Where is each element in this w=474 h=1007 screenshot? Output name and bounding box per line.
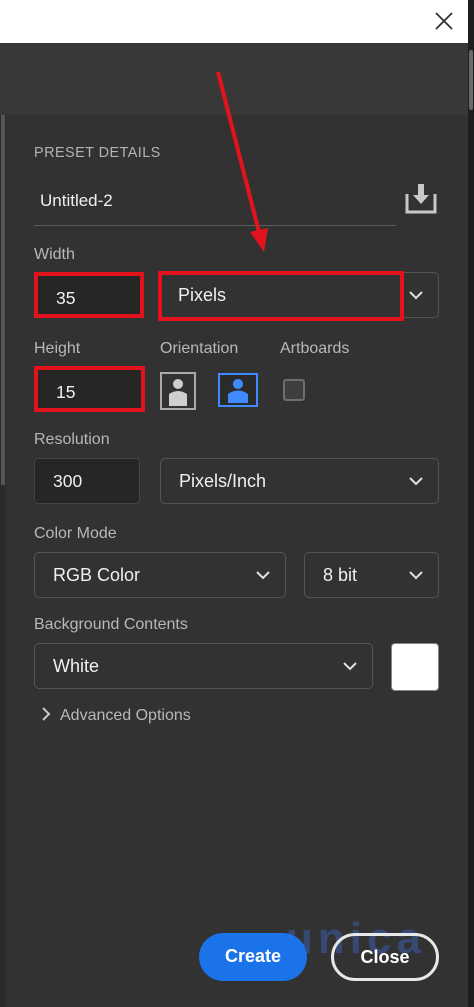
portrait-orientation-icon[interactable] — [160, 372, 196, 410]
background-color-swatch[interactable] — [391, 643, 439, 691]
landscape-orientation-icon[interactable] — [218, 373, 258, 407]
title-bar — [0, 0, 470, 43]
save-preset-icon[interactable] — [403, 182, 439, 216]
bit-depth-value: 8 bit — [323, 565, 358, 585]
advanced-options-label: Advanced Options — [60, 707, 191, 724]
resolution-unit-value: Pixels/Inch — [179, 471, 267, 491]
scrollbar-thumb[interactable] — [469, 50, 473, 110]
width-input[interactable]: 35 — [34, 272, 144, 318]
advanced-options-toggle[interactable]: Advanced Options — [40, 707, 191, 725]
header-band — [0, 43, 468, 115]
background-contents-label: Background Contents — [34, 616, 188, 633]
orientation-label: Orientation — [160, 340, 239, 357]
section-title: PRESET DETAILS — [34, 145, 161, 161]
chevron-down-icon — [256, 571, 270, 580]
window-scrollbar[interactable] — [468, 0, 474, 1007]
color-mode-value: RGB Color — [53, 565, 141, 585]
document-name-input[interactable]: Untitled-2 — [34, 180, 396, 226]
width-label: Width — [34, 246, 75, 263]
color-mode-select[interactable]: RGB Color — [34, 552, 286, 598]
background-contents-value: White — [53, 656, 100, 676]
close-icon[interactable] — [432, 9, 456, 33]
height-input[interactable]: 15 — [34, 366, 145, 412]
close-button[interactable]: Close — [331, 933, 439, 981]
background-contents-select[interactable]: White — [34, 643, 373, 689]
artboards-checkbox[interactable] — [283, 379, 305, 401]
resolution-label: Resolution — [34, 431, 110, 448]
color-mode-label: Color Mode — [34, 525, 117, 542]
chevron-down-icon — [343, 662, 357, 671]
resolution-unit-select[interactable]: Pixels/Inch — [160, 458, 439, 504]
height-label: Height — [34, 340, 81, 357]
scrollbar-thumb[interactable] — [1, 115, 5, 485]
chevron-right-icon — [42, 707, 51, 721]
width-unit-value: Pixels — [178, 285, 227, 305]
chevron-down-icon — [409, 291, 423, 300]
bit-depth-select[interactable]: 8 bit — [304, 552, 439, 598]
width-unit-select[interactable]: Pixels — [158, 271, 439, 321]
artboards-label: Artboards — [280, 340, 350, 357]
chevron-down-icon — [409, 477, 423, 486]
create-button[interactable]: Create — [199, 933, 307, 981]
chevron-down-icon — [409, 571, 423, 580]
resolution-input[interactable]: 300 — [34, 458, 140, 504]
